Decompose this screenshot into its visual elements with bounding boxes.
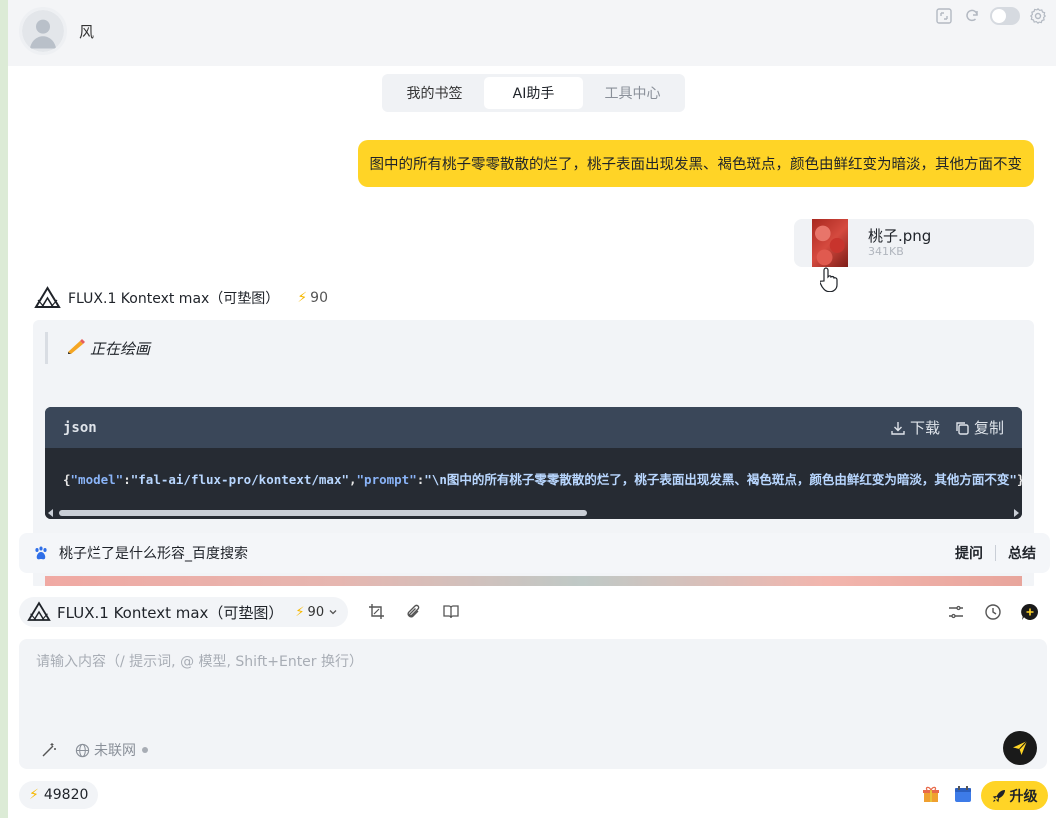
- settings-icon[interactable]: [1028, 6, 1048, 26]
- divider: [995, 545, 996, 561]
- lightning-icon: ⚡: [297, 290, 308, 306]
- credits-balance[interactable]: ⚡ 49820: [19, 781, 99, 809]
- window-left-edge: [0, 0, 8, 818]
- globe-icon: [75, 743, 90, 757]
- user-message-bubble: 图中的所有桃子零零散散的烂了，桃子表面出现发黑、褐色斑点，颜色由鲜红变为暗淡，其…: [357, 140, 1034, 187]
- selected-model-cost: ⚡ 90: [295, 605, 324, 620]
- code-token: {: [63, 472, 71, 487]
- username: 风: [79, 23, 95, 41]
- model-selector[interactable]: FLUX.1 Kontext max（可垫图） ⚡ 90: [19, 597, 349, 627]
- selected-model-name: FLUX.1 Kontext max（可垫图）: [57, 603, 284, 622]
- footer-icons: [921, 784, 973, 804]
- adjust-icon[interactable]: [947, 603, 965, 621]
- message-input-box: 未联网: [19, 639, 1047, 769]
- status-text: 正在绘画: [90, 339, 151, 358]
- code-horizontal-scrollbar[interactable]: [45, 507, 1022, 519]
- tab-bookmarks[interactable]: 我的书签: [385, 77, 484, 109]
- crop-icon[interactable]: [368, 603, 386, 621]
- main-tabs: 我的书签 AI助手 工具中心: [382, 74, 685, 112]
- flux-logo-icon: [34, 286, 61, 308]
- sun-icon: [992, 9, 1006, 23]
- status-quote: 正在绘画: [45, 332, 150, 364]
- download-icon: [891, 421, 905, 435]
- flux-logo-icon: [27, 601, 51, 621]
- attachment-icon[interactable]: [405, 603, 423, 621]
- pencil-icon: [66, 338, 86, 358]
- copy-label: 复制: [973, 419, 1004, 437]
- attachment-name: 桃子.png: [868, 227, 932, 245]
- app-window: 风 我的书签 AI助手 工具中心 图中的所有桃子零零散散的烂了，桃子表面出现发黑…: [8, 0, 1056, 818]
- response-model-header: FLUX.1 Kontext max（可垫图） ⚡ 90: [34, 286, 328, 310]
- scroll-right-arrow-icon[interactable]: [1014, 509, 1019, 517]
- header-bar: 风: [8, 0, 1056, 66]
- code-block-header: json 下载 复制: [45, 407, 1022, 448]
- book-icon[interactable]: [442, 603, 460, 621]
- attachment-thumbnail: [812, 219, 848, 267]
- download-label: 下载: [909, 419, 940, 437]
- copy-icon: [956, 421, 969, 435]
- hand-cursor-icon: [820, 267, 838, 292]
- scroll-left-arrow-icon[interactable]: [48, 509, 53, 517]
- composer-toolbar: FLUX.1 Kontext max（可垫图） ⚡ 90: [8, 586, 1056, 638]
- refresh-icon[interactable]: [962, 6, 982, 26]
- send-button[interactable]: [1003, 731, 1037, 765]
- selected-model-cost-value: 90: [307, 604, 325, 620]
- history-icon[interactable]: [984, 603, 1002, 621]
- code-content: {"model":"fal-ai/flux-pro/kontext/max","…: [63, 469, 1022, 488]
- summary-button[interactable]: 总结: [1008, 543, 1036, 563]
- user-avatar[interactable]: [19, 7, 67, 55]
- lightning-icon: ⚡: [29, 787, 39, 803]
- suggestion-actions: 提问 总结: [955, 543, 1036, 563]
- code-language: json: [63, 419, 97, 436]
- code-token: :: [123, 472, 131, 487]
- copy-button[interactable]: 复制: [954, 417, 1004, 438]
- upgrade-label: 升级: [1009, 788, 1038, 805]
- baidu-paw-icon: [35, 546, 47, 560]
- code-token: ,: [349, 472, 357, 487]
- tab-tool-center[interactable]: 工具中心: [583, 77, 682, 109]
- response-model-cost: ⚡ 90: [297, 290, 328, 306]
- new-chat-icon[interactable]: [1021, 603, 1039, 621]
- scrollbar-thumb[interactable]: [59, 510, 587, 516]
- upgrade-button[interactable]: 升级: [981, 781, 1048, 810]
- user-avatar-icon: [22, 10, 64, 52]
- theme-toggle[interactable]: [990, 7, 1020, 25]
- network-status-dot: [142, 747, 148, 753]
- suggestion-text[interactable]: 桃子烂了是什么形容_百度搜索: [59, 543, 248, 563]
- code-token: "prompt": [356, 472, 417, 487]
- code-token: "fal-ai/flux-pro/kontext/max": [130, 472, 349, 487]
- ask-button[interactable]: 提问: [955, 543, 983, 563]
- rocket-icon: [992, 789, 1005, 802]
- search-suggestion-bar[interactable]: 桃子烂了是什么形容_百度搜索 提问 总结: [19, 533, 1050, 573]
- code-token: "model": [70, 472, 124, 487]
- credits-value: 49820: [43, 787, 89, 803]
- download-button[interactable]: 下载: [890, 417, 940, 438]
- send-icon: [1013, 740, 1028, 755]
- code-token: }: [1017, 472, 1022, 487]
- input-footer: 未联网: [41, 740, 148, 760]
- network-label: 未联网: [94, 743, 136, 759]
- response-cost-value: 90: [310, 290, 328, 306]
- lightning-icon: ⚡: [295, 604, 305, 620]
- network-toggle[interactable]: 未联网: [75, 740, 148, 760]
- code-block: json 下载 复制 {"model":"fal-ai/flux-pro/kon…: [45, 407, 1022, 519]
- chevron-down-icon: [329, 610, 337, 615]
- attachment-size: 341KB: [868, 245, 904, 258]
- window-controls: [934, 6, 1048, 26]
- response-model-name: FLUX.1 Kontext max（可垫图）: [68, 291, 280, 307]
- magic-wand-icon[interactable]: [41, 742, 57, 758]
- message-input[interactable]: [19, 639, 1047, 729]
- gift-icon[interactable]: [921, 784, 941, 804]
- tab-ai-assistant[interactable]: AI助手: [484, 77, 583, 109]
- expand-icon[interactable]: [934, 6, 954, 26]
- code-token: "\n图中的所有桃子零零散散的烂了，桃子表面出现发黑、褐色斑点，颜色由鲜红变为暗…: [424, 472, 1017, 487]
- attachment-card[interactable]: 桃子.png 341KB: [794, 219, 1034, 267]
- code-actions: 下载 复制: [890, 417, 1004, 438]
- calendar-icon[interactable]: [953, 784, 973, 804]
